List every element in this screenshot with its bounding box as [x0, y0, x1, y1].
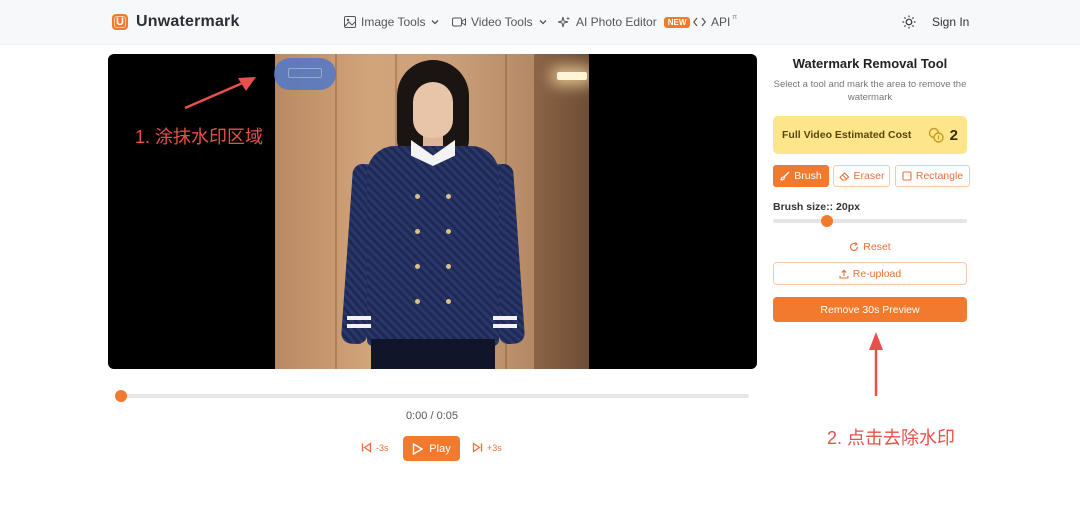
reupload-label: Re-upload	[852, 267, 902, 280]
new-badge: NEW	[663, 16, 691, 28]
upload-icon	[839, 268, 849, 279]
brush-size-slider[interactable]	[773, 215, 967, 227]
model-face	[413, 82, 453, 138]
rectangle-tool-label: Rectangle	[915, 170, 964, 182]
timeline-track[interactable]	[115, 390, 749, 402]
panel-description: Select a tool and mark the area to remov…	[773, 79, 967, 103]
jacket-button	[446, 194, 451, 199]
video-canvas[interactable]	[108, 54, 757, 369]
top-navbar: U Unwatermark Image Tools Video Tools AI…	[0, 0, 1080, 45]
jacket-button	[415, 229, 420, 234]
brush-tool-button[interactable]: Brush	[773, 165, 829, 187]
logo-icon[interactable]: U	[112, 14, 128, 30]
nav-ai-photo-editor[interactable]: AI Photo Editor NEW	[558, 15, 691, 29]
panel-title: Watermark Removal Tool	[792, 56, 948, 71]
brush-size-thumb[interactable]	[821, 215, 834, 227]
wall-lamp	[557, 72, 587, 80]
brush-tool-label: Brush	[794, 170, 822, 182]
chevron-down-icon	[539, 20, 547, 25]
eraser-icon	[838, 172, 849, 181]
nav-ai-photo-editor-label: AI Photo Editor	[576, 15, 657, 29]
square-icon	[902, 171, 912, 181]
skip-back-label: -3s	[376, 442, 389, 453]
video-icon	[452, 17, 466, 27]
nav-api[interactable]: API π	[693, 13, 738, 29]
sleeve-stripe	[347, 316, 371, 320]
nav-api-label: API	[711, 15, 731, 29]
model-jacket	[367, 146, 499, 346]
jacket-button	[415, 299, 420, 304]
sun-icon	[902, 15, 916, 29]
sparkle-icon	[558, 16, 570, 27]
skip-back-button[interactable]: -3s	[361, 442, 389, 453]
annotation-step-2: 2. 点击去除水印	[827, 428, 956, 448]
jacket-button	[446, 299, 451, 304]
jacket-button	[446, 229, 451, 234]
nav-video-tools-label: Video Tools	[471, 15, 533, 29]
brush-icon	[780, 171, 790, 181]
cost-label: Full Video Estimated Cost	[782, 129, 912, 141]
brush-size-label: Brush size:: 20px	[773, 201, 860, 213]
sleeve-stripe	[493, 324, 517, 328]
nav-image-tools-label: Image Tools	[361, 15, 426, 29]
timeline-thumb[interactable]	[115, 390, 127, 402]
chevron-down-icon	[432, 20, 439, 25]
reset-label: Reset	[863, 241, 891, 253]
coins-icon	[928, 127, 944, 143]
watermark-area	[288, 68, 322, 78]
jacket-button	[415, 264, 420, 269]
sleeve-stripe	[347, 324, 371, 328]
image-icon	[344, 16, 356, 28]
video-frame	[275, 54, 589, 369]
reset-button[interactable]: Reset	[773, 239, 967, 255]
play-button[interactable]: Play	[403, 436, 460, 461]
play-icon	[413, 442, 424, 455]
cost-value: 2	[949, 126, 958, 144]
model-skirt	[371, 339, 495, 369]
nav-image-tools[interactable]: Image Tools	[344, 15, 440, 29]
theme-toggle[interactable]	[902, 15, 916, 29]
rectangle-tool-button[interactable]: Rectangle	[895, 165, 970, 187]
reupload-button[interactable]: Re-upload	[773, 262, 967, 285]
sleeve-stripe	[493, 316, 517, 320]
eraser-tool-button[interactable]: Eraser	[833, 165, 890, 187]
sign-in-link[interactable]: Sign In	[932, 15, 969, 29]
reset-icon	[850, 242, 859, 252]
annotation-step-1: 1. 涂抹水印区域	[135, 127, 264, 147]
skip-forward-label: +3s	[487, 442, 502, 453]
arrow-to-remove-button	[869, 332, 883, 396]
brand-name[interactable]: Unwatermark	[136, 13, 240, 31]
skip-back-icon	[361, 442, 372, 453]
eraser-tool-label: Eraser	[853, 170, 885, 182]
skip-forward-button[interactable]: +3s	[472, 442, 502, 453]
skip-forward-icon	[472, 442, 483, 453]
wall-panel-line	[335, 54, 337, 369]
play-label: Play	[429, 442, 451, 455]
code-icon	[693, 17, 706, 27]
wall-shadow	[534, 54, 589, 369]
jacket-button	[415, 194, 420, 199]
remove-preview-button[interactable]: Remove 30s Preview	[773, 297, 967, 322]
jacket-button	[446, 264, 451, 269]
time-display: 0:00 / 0:05	[406, 410, 458, 422]
nav-video-tools[interactable]: Video Tools	[452, 15, 548, 29]
estimated-cost-box: Full Video Estimated Cost 2	[773, 116, 967, 154]
external-link-mark: π	[732, 13, 738, 21]
